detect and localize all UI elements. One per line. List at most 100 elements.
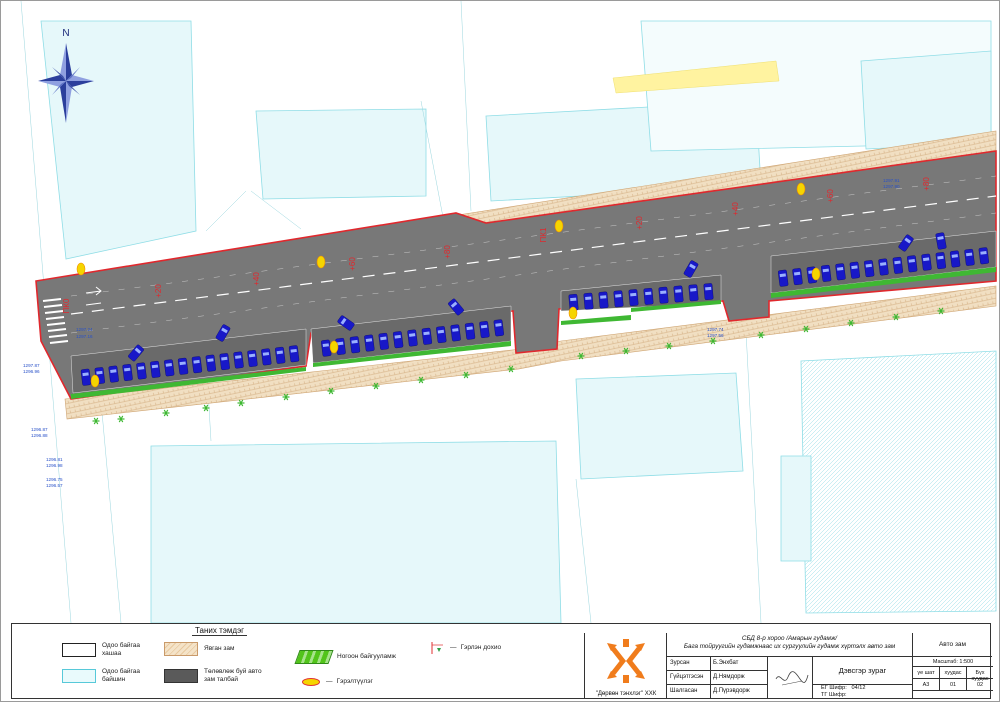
parked-car (613, 290, 624, 308)
elev-label: 1297.87 (23, 363, 40, 368)
tree (237, 399, 245, 407)
parked-car (288, 345, 300, 363)
lamp (796, 182, 806, 196)
parked-car (703, 283, 714, 301)
elev-label: 1297.91 (883, 178, 900, 183)
parked-car (628, 289, 639, 307)
parked-car (978, 247, 989, 265)
green-swatch (294, 650, 334, 664)
parked-car (122, 364, 133, 382)
tree (117, 415, 125, 423)
station-label: +40 (731, 202, 740, 216)
signature-row: Гүйцэтгэсэн Д.Нямдорж (667, 671, 767, 685)
total-value: 02 (976, 682, 984, 688)
elev-label: 1296.87 (31, 427, 48, 432)
parked-car (349, 336, 361, 354)
parked-car (450, 324, 461, 342)
station-label: +40 (252, 272, 261, 286)
parked-car (878, 258, 889, 276)
legend-label-sidewalk: Явган зам (204, 645, 235, 653)
parked-car (464, 322, 476, 340)
station-label: ПК0 (62, 298, 71, 313)
parked-car (658, 286, 669, 304)
crossing-logo-icon (607, 639, 645, 683)
parked-car (421, 327, 433, 345)
parked-car (479, 321, 490, 339)
station-label: +20 (154, 284, 163, 298)
parked-car (598, 291, 609, 309)
road-type: Авто зам (912, 633, 992, 657)
elev-label: 1297.90 (883, 184, 900, 189)
station-label: +20 (635, 216, 644, 230)
parked-car (493, 319, 504, 337)
lamp-swatch (302, 678, 320, 686)
traffic-light-icon (431, 642, 443, 654)
building-block-ne-inner (860, 50, 992, 150)
signature-rows: Зурсан Б.Энхбат Гүйцэтгэсэн Д.Нямдорж Ша… (667, 657, 767, 699)
person-name: Б.Энхбат (713, 660, 739, 666)
sheet-title: Дэвсгэр зураг (812, 657, 912, 685)
person-name: Д.Нямдорж (713, 674, 745, 680)
signature-row: Зурсан Б.Энхбат (667, 657, 767, 671)
lamp (329, 340, 339, 354)
legend-item-sidewalk: Явган зам (164, 642, 234, 656)
lamp (316, 255, 326, 269)
parked-car (964, 248, 975, 266)
parked-car (778, 269, 789, 287)
station-label: +80 (922, 177, 931, 191)
parked-car (921, 253, 932, 271)
elev-label: 1297.16 (76, 334, 93, 339)
parked-car (108, 365, 119, 383)
parked-car (219, 353, 230, 371)
parked-car (136, 362, 147, 380)
station-label: +60 (826, 189, 835, 203)
legend-label-light: Гэрлэн дохио (460, 644, 502, 652)
parked-car (261, 348, 272, 366)
role-label: Шалгасан (670, 688, 698, 694)
scale-label: Масштаб: 1:500 (913, 657, 993, 667)
parked-car (835, 263, 846, 281)
eg-code: ЕГ Шифр: 04/12 (821, 685, 866, 691)
tree (92, 417, 100, 425)
building-block-s1 (150, 440, 562, 623)
building-block-n1 (255, 108, 427, 200)
sheet-value: 01 (940, 679, 967, 690)
parked-car (436, 326, 447, 344)
north-label: N (62, 28, 69, 39)
site-plan: ПК0 +20 +40 +60 +80 ПК1 +20 +40 +60 +80 1297.24 1… (20, 1, 997, 623)
sidewalk-swatch (164, 642, 198, 656)
person-name: Д.Пүрэвдорж (713, 688, 750, 694)
legend-dash: — (326, 678, 333, 686)
parked-car (378, 332, 389, 350)
legend-item-parking: Төлөвлөж буй авто зам талбай (164, 668, 262, 684)
parked-car (407, 329, 418, 347)
role-label: Зурсан (670, 660, 690, 666)
parked-car (643, 287, 654, 305)
parked-car (275, 346, 286, 364)
building-block-se-small (780, 455, 812, 562)
project-line1: СБД 8-р хороо /Амарын гудамж/ (741, 635, 838, 642)
parked-car (950, 250, 961, 268)
elev-label: 1296.57 (46, 483, 63, 488)
building-swatch (62, 668, 96, 683)
elev-label: 1297.24 (76, 327, 93, 332)
parked-car (583, 292, 594, 310)
legend-item-fence: Одоо байгаа хашаа (62, 642, 140, 658)
tg-code: ТГ Шифр: (821, 692, 847, 698)
station-label: +60 (348, 257, 357, 271)
legend-label-building: Одоо байгаа байшин (102, 668, 141, 683)
legend-dash: — (450, 644, 457, 652)
parked-car (864, 260, 875, 278)
lamp (568, 306, 578, 320)
parked-car (247, 349, 258, 367)
elev-label: 1296.98 (46, 463, 63, 468)
lamp (76, 262, 86, 276)
lamp (554, 219, 564, 233)
company-logo: "Дөрвөн тэнхлэг" ХХК (585, 633, 667, 699)
parked-car (364, 334, 375, 352)
parked-car (688, 284, 699, 302)
total-header: Бүх хуудас (971, 670, 989, 682)
scale-value-row: А3 01 02 (913, 679, 993, 691)
elev-label: 1296.75 (46, 477, 63, 482)
building-block-se (800, 350, 997, 614)
